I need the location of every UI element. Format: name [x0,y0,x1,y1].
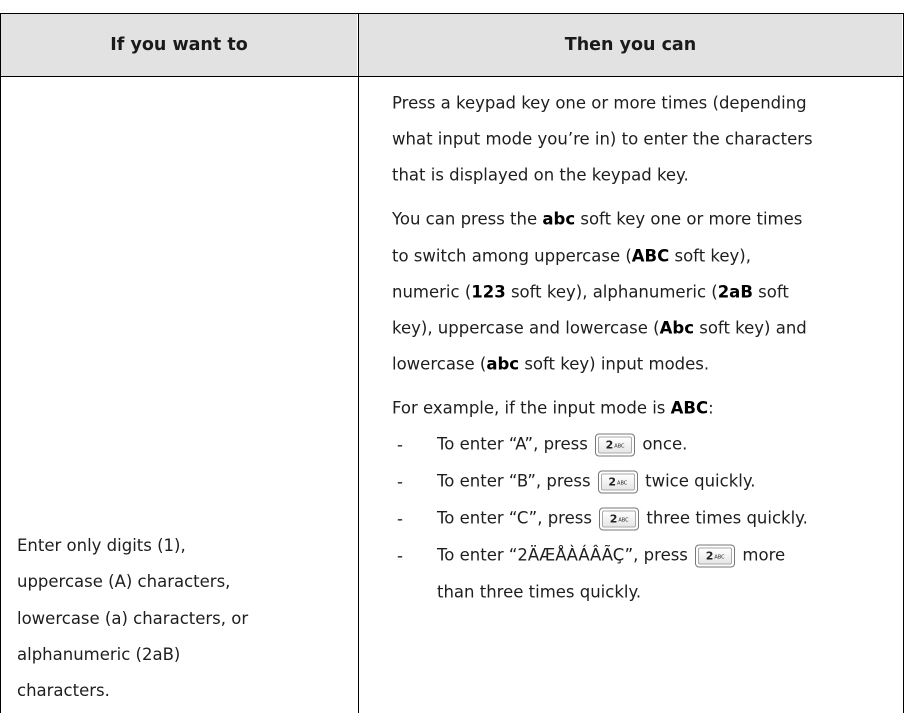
example-line: For example, if the input mode is ABC: [392,398,714,418]
para2-line-1: You can press the abc soft key one or mo… [392,209,803,229]
keypad-2-key-icon: 2 ABC [695,544,736,568]
header-cell-if-you-want-to: If you want to [1,14,357,76]
bullet-4: To enter “2ÄÆÅÀÁÂÃÇ”, press 2 ABC more [437,544,785,568]
bold-Abc: Abc [659,318,694,338]
bullet-dash-2: - [397,472,403,492]
bullet-dash-4: - [397,546,403,566]
bullet-2: To enter “B”, press 2 ABC twice quickly. [437,470,756,494]
left-line-4: alphanumeric (2aB) [17,644,181,664]
header-label-col2: Then you can [564,35,697,55]
header-cell-then-you-can: Then you can [359,14,902,76]
bold-ABC-example: ABC [670,398,709,418]
table-border-top [0,13,904,14]
para2-line-3: numeric (123 soft key), alphanumeric (2a… [392,282,789,302]
bold-abc-2: abc [486,354,520,374]
bold-abc: abc [542,209,576,229]
column-divider [358,13,359,713]
bullet-dash-3: - [397,509,403,529]
info-table: If you want to Then you can Enter only d… [0,0,904,713]
para2-line-2: to switch among uppercase (ABC soft key)… [392,246,751,266]
bold-2aB: 2aB [717,282,753,302]
keypad-2-key-icon: 2 ABC [595,433,636,457]
para1-line-2: what input mode you’re in) to enter the … [392,129,813,149]
left-line-5: characters. [17,681,110,701]
header-label-col1: If you want to [110,35,248,55]
bold-123: 123 [471,282,506,302]
para2-line-4: key), uppercase and lowercase (Abc soft … [392,318,807,338]
keypad-2-key-icon: 2 ABC [599,507,640,531]
table-border-left [0,13,1,713]
left-line-2: uppercase (A) characters, [17,572,231,592]
left-line-1: Enter only digits (1), [17,535,186,555]
keypad-2-key-icon: 2 ABC [597,470,638,494]
bullet-4-continuation: than three times quickly. [437,582,642,602]
bullet-1: To enter “A”, press 2 ABC once. [437,433,687,457]
bullet-dash-1: - [397,435,403,455]
para1-line-3: that is displayed on the keypad key. [392,165,689,185]
para1-line-1: Press a keypad key one or more times (de… [392,93,807,113]
bold-ABC: ABC [631,246,670,266]
header-divider [0,76,904,77]
para2-line-5: lowercase (abc soft key) input modes. [392,354,710,374]
left-cell-text: Enter only digits (1), uppercase (A) cha… [17,536,337,727]
left-line-3: lowercase (a) characters, or [17,608,249,628]
bullet-3: To enter “C”, press 2 ABC three times qui… [437,507,808,531]
